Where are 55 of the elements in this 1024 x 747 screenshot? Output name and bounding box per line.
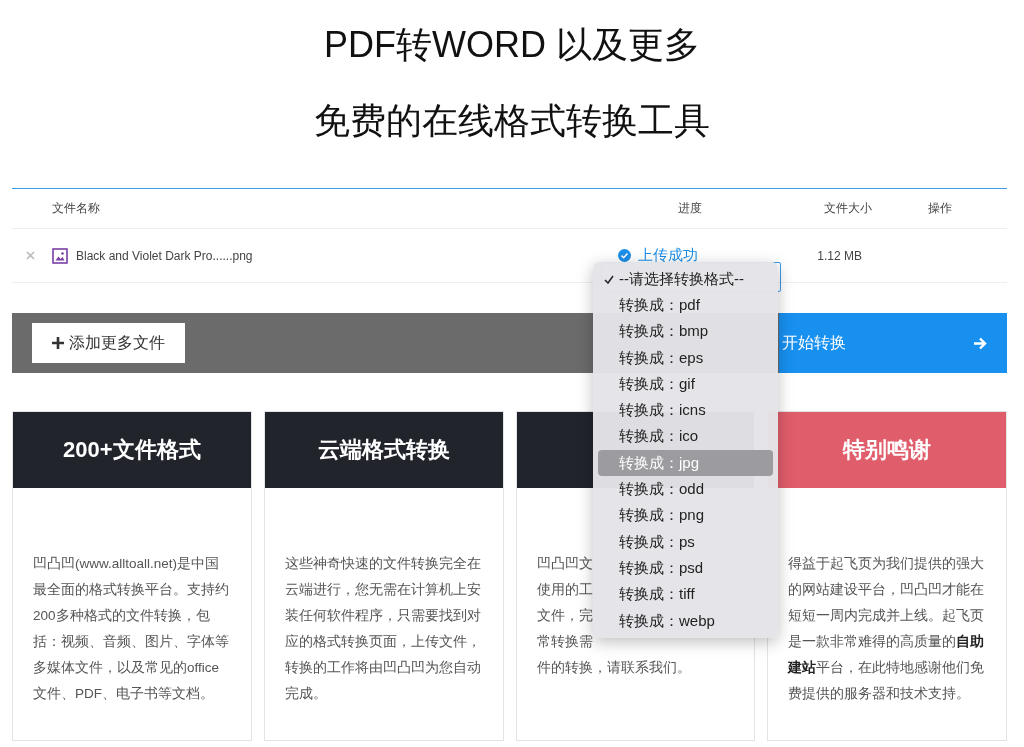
- menu-item[interactable]: 转换成：odd: [598, 476, 773, 503]
- menu-item[interactable]: 转换成：icns: [598, 397, 773, 424]
- card-text-line: 装任何软件程序，只需要找到对: [284, 607, 481, 625]
- menu-item[interactable]: 转换成：gif: [598, 371, 773, 398]
- card-text-line: 短短一周内完成并上线。起飞页: [788, 607, 985, 625]
- card-text-line: 200多种格式的文件转换，包: [33, 607, 210, 625]
- card-title: 特别鸣谢: [843, 436, 932, 464]
- card-text-line: 转换的工作将由凹凸凹为您自动: [284, 659, 481, 677]
- menu-item[interactable]: 转换成：tiff: [598, 581, 773, 608]
- menu-item[interactable]: 转换成：webp: [598, 607, 773, 635]
- upload-status: 上传成功: [618, 246, 702, 265]
- card-text-line: 是一款非常难得的高质量的自助: [788, 633, 985, 651]
- column-header: 文件名称: [52, 200, 100, 217]
- menu-item[interactable]: 转换成：eps: [598, 344, 773, 372]
- menu-item[interactable]: 转换成：bmp: [598, 318, 773, 345]
- add-files-button[interactable]: 添加更多文件: [32, 323, 185, 363]
- page-heading: PDF转WORD 以及更多: [324, 23, 700, 67]
- card-text-line: 完成。: [284, 685, 327, 703]
- check-circle-icon: [618, 249, 631, 262]
- card-text-line: 文件、PDF、电子书等文档。: [33, 685, 214, 703]
- column-header: 操作: [927, 200, 952, 217]
- card-text-line: 凹凸凹(www.alltoall.net)是中国: [33, 555, 220, 573]
- card-text-line: 件的转换，请联系我们。: [536, 659, 691, 677]
- menu-item[interactable]: 转换成：ico: [598, 423, 773, 451]
- menu-item[interactable]: 转换成：png: [598, 502, 773, 529]
- card-text-line: 最全面的格式转换平台。支持约: [33, 581, 229, 599]
- card-text-line: 费提供的服务器和技术支持。: [788, 685, 971, 703]
- arrow-right-icon: [973, 336, 987, 350]
- menu-item[interactable]: --请选择转换格式--: [598, 266, 773, 293]
- menu-item[interactable]: 转换成：psd: [598, 555, 773, 582]
- card-title: 200+文件格式: [63, 436, 201, 464]
- column-header: 文件大小: [824, 200, 872, 217]
- file-size: 1.12 MB: [817, 248, 862, 263]
- card-title: 云端格式转换: [317, 436, 450, 464]
- card-text-line: 括：视频、音频、图片、字体等: [33, 633, 229, 651]
- card-text-line: 得益于起飞页为我们提供的强大: [788, 555, 985, 573]
- menu-item[interactable]: 转换成：ps: [598, 528, 773, 556]
- card-text-line: 应的格式转换页面，上传文件，: [284, 633, 481, 651]
- card-text-line: 多媒体文件，以及常见的office: [33, 659, 220, 677]
- column-header: 进度: [678, 200, 702, 217]
- card-text-line: 使用的工: [536, 581, 593, 599]
- menu-item[interactable]: 转换成：pdf: [598, 292, 773, 319]
- page-heading: 免费的在线格式转换工具: [314, 99, 710, 143]
- card-text-line: 云端进行，您无需在计算机上安: [284, 581, 481, 599]
- file-name: Black and Violet Dark Pro......png: [76, 248, 253, 263]
- card-text-line: 这些神奇快速的文件转换完全在: [284, 555, 481, 573]
- card-text-line: 常转换需: [536, 633, 593, 651]
- image-file-icon: [52, 247, 68, 264]
- card-text-line: 文件，完: [536, 607, 593, 625]
- plus-icon: [52, 337, 64, 349]
- card-text-line: 的网站建设平台，凹凸凹才能在: [788, 581, 985, 599]
- card-text-line: 凹凸凹文: [536, 555, 593, 573]
- card-text-line: 建站平台，在此特地感谢他们免: [788, 659, 985, 677]
- checkmark-icon: [604, 274, 614, 284]
- close-icon[interactable]: [25, 251, 35, 260]
